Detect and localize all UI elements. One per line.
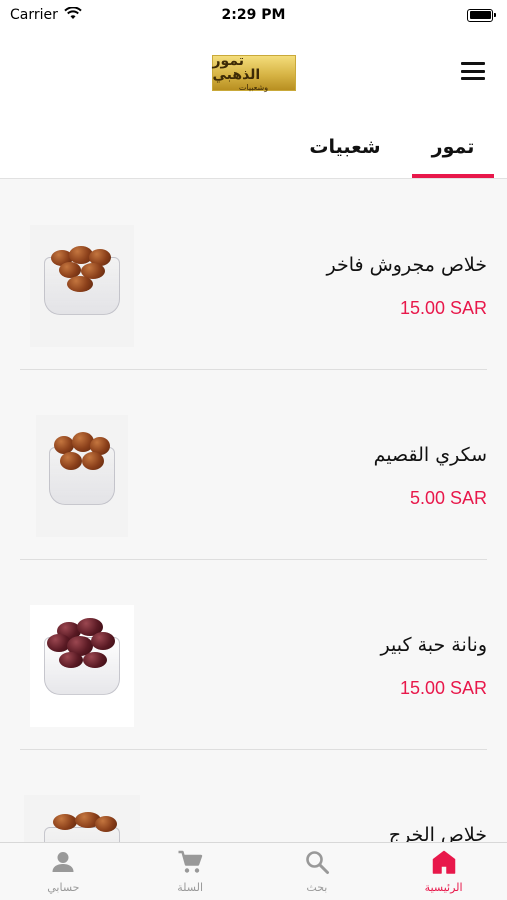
logo-main-text: تمور الذهبي bbox=[212, 52, 261, 83]
dates-bowl-icon bbox=[44, 246, 120, 315]
cart-icon bbox=[178, 850, 203, 873]
bottom-tab-bar: حسابي السلة بحث الرئيسية bbox=[0, 842, 507, 900]
dark-dates-bowl-icon bbox=[44, 618, 120, 695]
product-card[interactable]: سكري القصيم 5.00 SAR bbox=[20, 370, 487, 560]
tabbar-label: حسابي bbox=[47, 881, 80, 894]
product-image bbox=[24, 795, 140, 842]
tab-sha3biyat[interactable]: شعبيات bbox=[296, 115, 394, 179]
status-left: Carrier bbox=[10, 5, 82, 24]
product-price: 5.00 SAR bbox=[409, 488, 487, 508]
product-list[interactable]: خلاص مجروش فاخر 15.00 SAR سكري القصيم 5.… bbox=[0, 180, 507, 842]
product-price: 15.00 SAR bbox=[399, 678, 487, 698]
tabbar-home[interactable]: الرئيسية bbox=[380, 843, 507, 900]
brand-logo[interactable]: تمور الذهبي وشعبيات bbox=[211, 52, 296, 92]
product-image bbox=[30, 225, 134, 347]
product-image bbox=[30, 605, 134, 727]
battery-icon bbox=[467, 8, 496, 22]
tabbar-cart[interactable]: السلة bbox=[127, 843, 254, 900]
tabbar-account[interactable]: حسابي bbox=[0, 843, 127, 900]
product-name: ونانة حبة كبير bbox=[380, 634, 487, 656]
product-name: سكري القصيم bbox=[373, 444, 487, 466]
search-icon bbox=[306, 851, 329, 874]
product-image bbox=[36, 415, 128, 537]
product-card[interactable]: خلاص مجروش فاخر 15.00 SAR bbox=[20, 180, 487, 370]
battery-level bbox=[469, 11, 491, 19]
dates-bowl-icon bbox=[44, 812, 120, 842]
wifi-icon bbox=[64, 5, 82, 24]
person-icon bbox=[52, 852, 74, 872]
menu-icon[interactable] bbox=[461, 62, 485, 80]
status-bar: Carrier 2:29 PM bbox=[0, 0, 507, 30]
tab-dates[interactable]: تمور bbox=[412, 115, 494, 179]
carrier-label: Carrier bbox=[10, 7, 58, 23]
category-tabs: تمور شعبيات bbox=[0, 115, 507, 179]
home-icon bbox=[432, 850, 455, 874]
tabbar-label: الرئيسية bbox=[424, 881, 463, 894]
product-card[interactable]: ونانة حبة كبير 15.00 SAR bbox=[20, 560, 487, 750]
logo-sub-text: وشعبيات bbox=[238, 82, 269, 92]
product-card[interactable]: خلاص الخرج bbox=[20, 750, 487, 842]
product-name: خلاص الخرج bbox=[388, 824, 487, 842]
app-header: تمور الذهبي وشعبيات bbox=[0, 30, 507, 115]
active-tab-indicator bbox=[412, 174, 494, 178]
dates-bowl-icon bbox=[49, 432, 115, 505]
product-price: 15.00 SAR bbox=[399, 298, 487, 318]
app-screen: Carrier 2:29 PM تمور الذهبي وشعبيات تمور… bbox=[0, 0, 507, 900]
product-name: خلاص مجروش فاخر bbox=[326, 254, 487, 276]
tabbar-label: بحث bbox=[306, 881, 328, 894]
tabbar-label: السلة bbox=[177, 881, 203, 894]
tabbar-search[interactable]: بحث bbox=[254, 843, 381, 900]
